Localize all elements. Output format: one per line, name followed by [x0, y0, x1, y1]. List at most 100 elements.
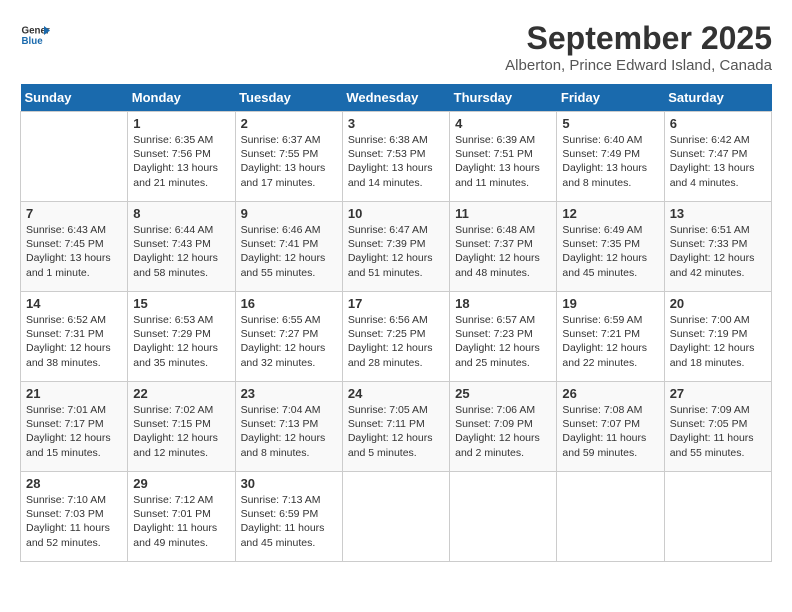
calendar-cell: 1 Sunrise: 6:35 AM Sunset: 7:56 PM Daylig…: [128, 112, 235, 202]
cell-daylight-info: Sunrise: 7:00 AM Sunset: 7:19 PM Dayligh…: [670, 313, 766, 370]
day-number: 26: [562, 386, 658, 401]
calendar-week-row: 28Sunrise: 7:10 AM Sunset: 7:03 PM Dayli…: [21, 472, 772, 562]
weekday-header: Friday: [557, 84, 664, 112]
calendar-header: SundayMondayTuesdayWednesdayThursdayFrid…: [21, 84, 772, 112]
location-subtitle: Alberton, Prince Edward Island, Canada: [505, 57, 772, 74]
calendar-table: SundayMondayTuesdayWednesdayThursdayFrid…: [20, 84, 772, 562]
weekday-header: Sunday: [21, 84, 128, 112]
calendar-week-row: 21 Sunrise: 7:01 AM Sunset: 7:17 PM Dayli…: [21, 382, 772, 472]
calendar-cell: 17Sunrise: 6:56 AM Sunset: 7:25 PM Dayli…: [342, 292, 449, 382]
cell-daylight-info: Sunrise: 6:51 AM Sunset: 7:33 PM Dayligh…: [670, 223, 766, 280]
weekday-header: Saturday: [664, 84, 771, 112]
page-header: General Blue September 2025 Alberton, Pr…: [20, 20, 772, 74]
calendar-cell: 23 Sunrise: 7:04 AM Sunset: 7:13 PM Dayli…: [235, 382, 342, 472]
calendar-cell: [450, 472, 557, 562]
cell-daylight-info: Sunrise: 6:57 AM Sunset: 7:23 PM Dayligh…: [455, 313, 551, 370]
logo-icon: General Blue: [20, 20, 50, 50]
calendar-cell: 11Sunrise: 6:48 AM Sunset: 7:37 PM Dayli…: [450, 202, 557, 292]
day-number: 8: [133, 206, 229, 221]
calendar-cell: 13 Sunrise: 6:51 AM Sunset: 7:33 PM Dayli…: [664, 202, 771, 292]
svg-text:Blue: Blue: [22, 36, 44, 47]
calendar-cell: 8 Sunrise: 6:44 AM Sunset: 7:43 PM Daylig…: [128, 202, 235, 292]
day-number: 4: [455, 116, 551, 131]
calendar-cell: 29 Sunrise: 7:12 AM Sunset: 7:01 PM Dayli…: [128, 472, 235, 562]
day-number: 19: [562, 296, 658, 311]
calendar-cell: 7Sunrise: 6:43 AM Sunset: 7:45 PM Daylig…: [21, 202, 128, 292]
calendar-cell: 10 Sunrise: 6:47 AM Sunset: 7:39 PM Dayli…: [342, 202, 449, 292]
cell-daylight-info: Sunrise: 6:35 AM Sunset: 7:56 PM Dayligh…: [133, 133, 229, 190]
cell-daylight-info: Sunrise: 6:39 AM Sunset: 7:51 PM Dayligh…: [455, 133, 551, 190]
cell-daylight-info: Sunrise: 7:10 AM Sunset: 7:03 PM Dayligh…: [26, 493, 122, 550]
day-number: 2: [241, 116, 337, 131]
calendar-cell: 20 Sunrise: 7:00 AM Sunset: 7:19 PM Dayli…: [664, 292, 771, 382]
cell-daylight-info: Sunrise: 7:05 AM Sunset: 7:11 PM Dayligh…: [348, 403, 444, 460]
calendar-cell: 4 Sunrise: 6:39 AM Sunset: 7:51 PM Daylig…: [450, 112, 557, 202]
day-number: 27: [670, 386, 766, 401]
day-number: 14: [26, 296, 122, 311]
title-block: September 2025 Alberton, Prince Edward I…: [505, 20, 772, 74]
day-number: 15: [133, 296, 229, 311]
calendar-cell: 30 Sunrise: 7:13 AM Sunset: 6:59 PM Dayli…: [235, 472, 342, 562]
cell-daylight-info: Sunrise: 7:04 AM Sunset: 7:13 PM Dayligh…: [241, 403, 337, 460]
calendar-cell: 26 Sunrise: 7:08 AM Sunset: 7:07 PM Dayli…: [557, 382, 664, 472]
weekday-header: Wednesday: [342, 84, 449, 112]
day-number: 12: [562, 206, 658, 221]
day-number: 13: [670, 206, 766, 221]
day-number: 1: [133, 116, 229, 131]
cell-daylight-info: Sunrise: 7:01 AM Sunset: 7:17 PM Dayligh…: [26, 403, 122, 460]
day-number: 20: [670, 296, 766, 311]
calendar-cell: 22Sunrise: 7:02 AM Sunset: 7:15 PM Dayli…: [128, 382, 235, 472]
day-number: 25: [455, 386, 551, 401]
calendar-cell: 21 Sunrise: 7:01 AM Sunset: 7:17 PM Dayli…: [21, 382, 128, 472]
calendar-cell: 25Sunrise: 7:06 AM Sunset: 7:09 PM Dayli…: [450, 382, 557, 472]
calendar-cell: 19Sunrise: 6:59 AM Sunset: 7:21 PM Dayli…: [557, 292, 664, 382]
calendar-cell: 24 Sunrise: 7:05 AM Sunset: 7:11 PM Dayli…: [342, 382, 449, 472]
logo: General Blue: [20, 20, 50, 50]
cell-daylight-info: Sunrise: 6:38 AM Sunset: 7:53 PM Dayligh…: [348, 133, 444, 190]
day-number: 29: [133, 476, 229, 491]
calendar-week-row: 14 Sunrise: 6:52 AM Sunset: 7:31 PM Dayli…: [21, 292, 772, 382]
cell-daylight-info: Sunrise: 6:49 AM Sunset: 7:35 PM Dayligh…: [562, 223, 658, 280]
cell-daylight-info: Sunrise: 6:53 AM Sunset: 7:29 PM Dayligh…: [133, 313, 229, 370]
calendar-cell: 9Sunrise: 6:46 AM Sunset: 7:41 PM Daylig…: [235, 202, 342, 292]
calendar-cell: 12 Sunrise: 6:49 AM Sunset: 7:35 PM Dayli…: [557, 202, 664, 292]
day-number: 16: [241, 296, 337, 311]
weekday-header: Tuesday: [235, 84, 342, 112]
cell-daylight-info: Sunrise: 7:13 AM Sunset: 6:59 PM Dayligh…: [241, 493, 337, 550]
day-number: 11: [455, 206, 551, 221]
cell-daylight-info: Sunrise: 6:42 AM Sunset: 7:47 PM Dayligh…: [670, 133, 766, 190]
cell-daylight-info: Sunrise: 7:12 AM Sunset: 7:01 PM Dayligh…: [133, 493, 229, 550]
day-number: 10: [348, 206, 444, 221]
day-number: 6: [670, 116, 766, 131]
calendar-cell: 2 Sunrise: 6:37 AM Sunset: 7:55 PM Daylig…: [235, 112, 342, 202]
day-number: 18: [455, 296, 551, 311]
calendar-cell: 3 Sunrise: 6:38 AM Sunset: 7:53 PM Daylig…: [342, 112, 449, 202]
calendar-cell: 6 Sunrise: 6:42 AM Sunset: 7:47 PM Daylig…: [664, 112, 771, 202]
cell-daylight-info: Sunrise: 6:44 AM Sunset: 7:43 PM Dayligh…: [133, 223, 229, 280]
day-number: 9: [241, 206, 337, 221]
day-number: 23: [241, 386, 337, 401]
calendar-cell: [557, 472, 664, 562]
cell-daylight-info: Sunrise: 6:43 AM Sunset: 7:45 PM Dayligh…: [26, 223, 122, 280]
cell-daylight-info: Sunrise: 6:52 AM Sunset: 7:31 PM Dayligh…: [26, 313, 122, 370]
weekday-header: Thursday: [450, 84, 557, 112]
day-number: 24: [348, 386, 444, 401]
calendar-week-row: 1 Sunrise: 6:35 AM Sunset: 7:56 PM Daylig…: [21, 112, 772, 202]
cell-daylight-info: Sunrise: 6:37 AM Sunset: 7:55 PM Dayligh…: [241, 133, 337, 190]
cell-daylight-info: Sunrise: 6:47 AM Sunset: 7:39 PM Dayligh…: [348, 223, 444, 280]
calendar-cell: 15 Sunrise: 6:53 AM Sunset: 7:29 PM Dayli…: [128, 292, 235, 382]
day-number: 30: [241, 476, 337, 491]
day-number: 3: [348, 116, 444, 131]
cell-daylight-info: Sunrise: 7:08 AM Sunset: 7:07 PM Dayligh…: [562, 403, 658, 460]
day-number: 21: [26, 386, 122, 401]
cell-daylight-info: Sunrise: 6:55 AM Sunset: 7:27 PM Dayligh…: [241, 313, 337, 370]
calendar-cell: 27Sunrise: 7:09 AM Sunset: 7:05 PM Dayli…: [664, 382, 771, 472]
calendar-cell: 18 Sunrise: 6:57 AM Sunset: 7:23 PM Dayli…: [450, 292, 557, 382]
calendar-body: 1 Sunrise: 6:35 AM Sunset: 7:56 PM Daylig…: [21, 112, 772, 562]
calendar-cell: [664, 472, 771, 562]
calendar-week-row: 7Sunrise: 6:43 AM Sunset: 7:45 PM Daylig…: [21, 202, 772, 292]
day-number: 5: [562, 116, 658, 131]
weekday-header-row: SundayMondayTuesdayWednesdayThursdayFrid…: [21, 84, 772, 112]
month-title: September 2025: [505, 20, 772, 57]
weekday-header: Monday: [128, 84, 235, 112]
